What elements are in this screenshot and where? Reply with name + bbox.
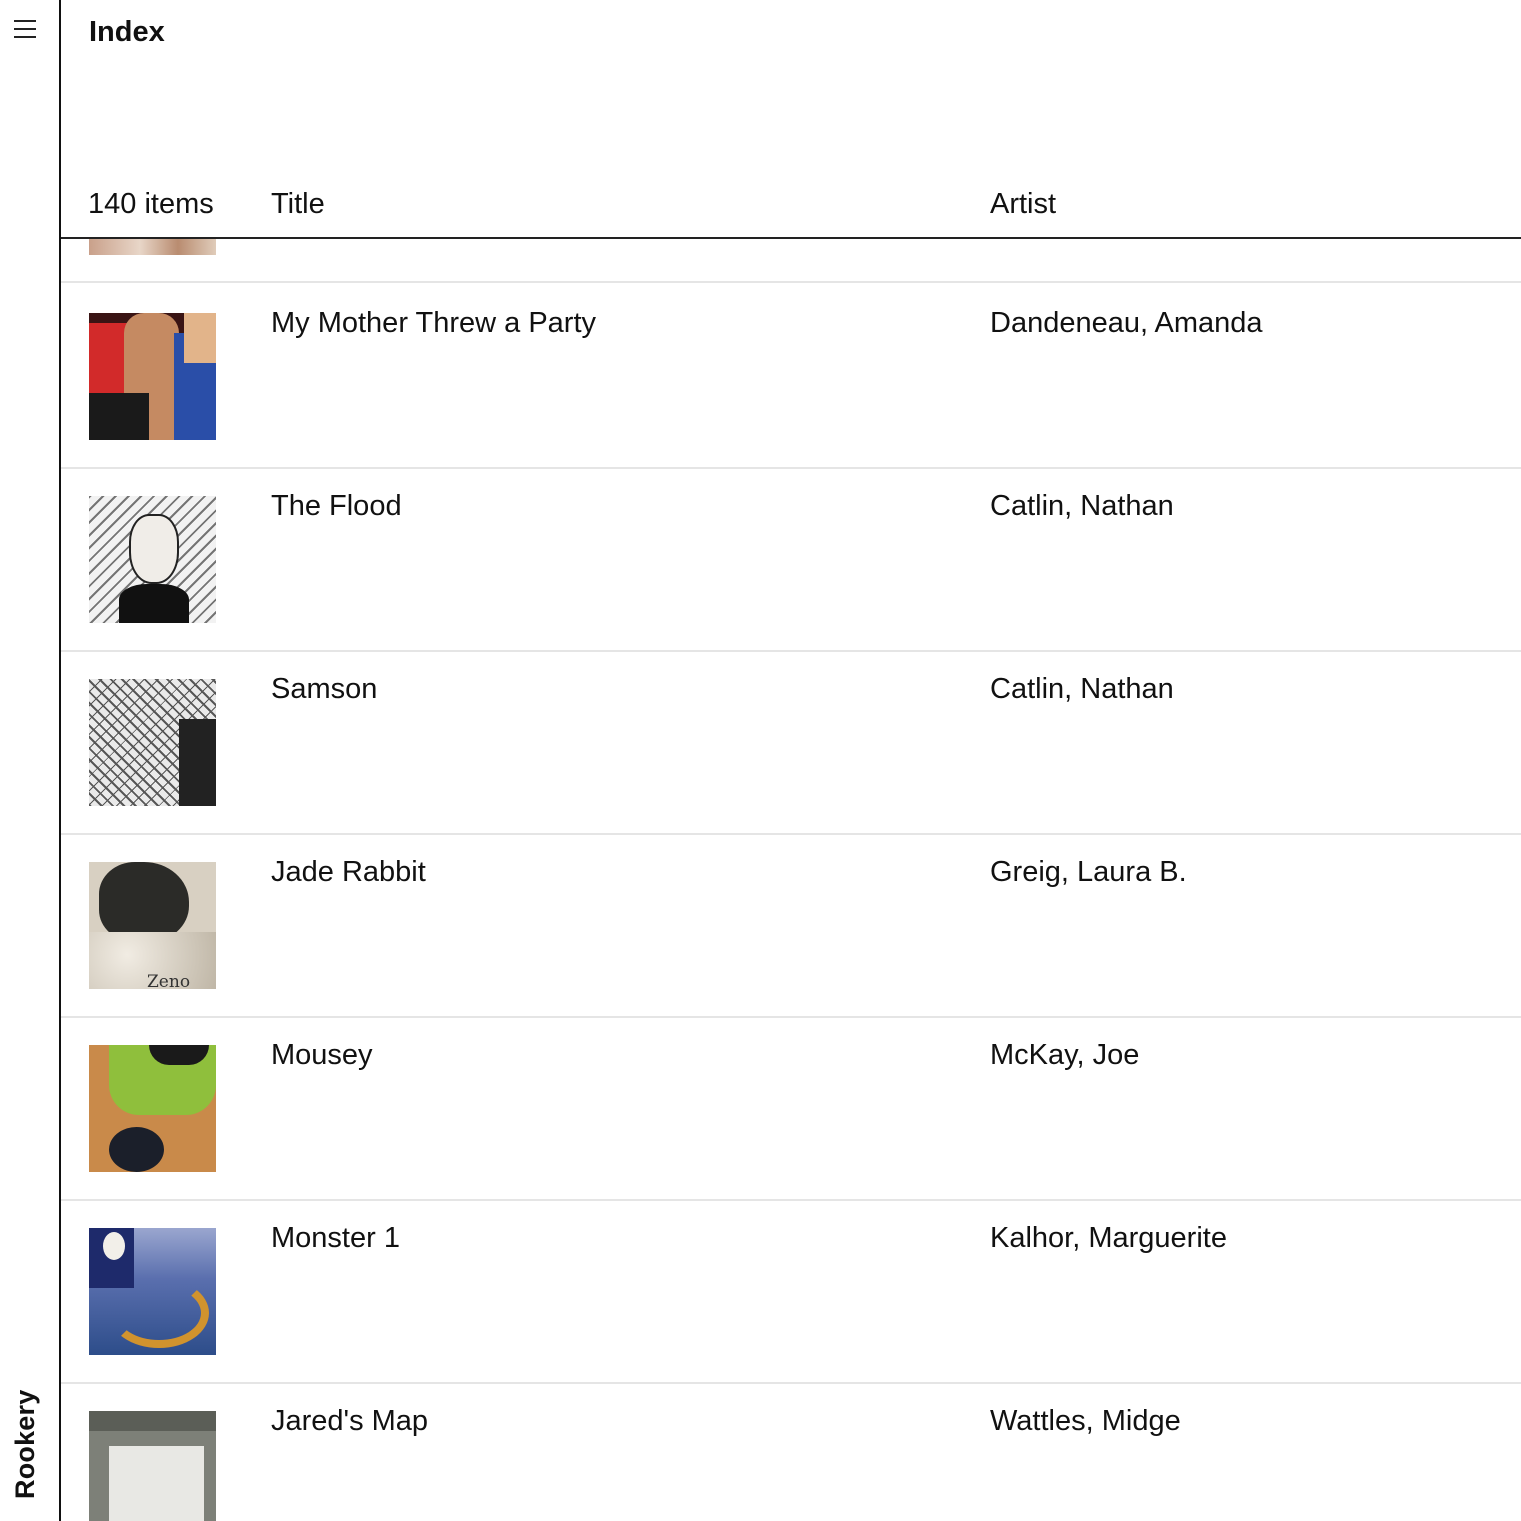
row-artist[interactable]: Catlin, Nathan [990, 490, 1174, 523]
artwork-thumbnail[interactable] [89, 496, 216, 623]
artwork-thumbnail[interactable]: Zeno [89, 862, 216, 989]
row-artist[interactable]: Greig, Laura B. [990, 856, 1187, 889]
row-artist[interactable]: McKay, Joe [990, 1039, 1139, 1072]
table-row[interactable]: Monster 1 Kalhor, Marguerite [61, 1200, 1521, 1384]
artwork-thumbnail[interactable] [89, 1228, 216, 1355]
table-row[interactable]: Jared's Map Wattles, Midge [61, 1383, 1521, 1521]
artwork-thumbnail[interactable] [89, 1045, 216, 1172]
row-title[interactable]: Samson [271, 673, 377, 706]
row-artist[interactable]: Wattles, Midge [990, 1405, 1181, 1438]
table-row[interactable]: Mousey McKay, Joe [61, 1017, 1521, 1201]
side-rail: Rookery [0, 0, 61, 1521]
item-count: 140 items [88, 188, 214, 220]
column-header-artist[interactable]: Artist [990, 188, 1056, 221]
row-title[interactable]: Jade Rabbit [271, 856, 426, 889]
artwork-thumbnail[interactable] [89, 1411, 216, 1521]
hamburger-menu-icon[interactable] [14, 20, 40, 44]
table-row[interactable]: My Mother Threw a Party Dandeneau, Amand… [61, 285, 1521, 469]
brand-name: Rookery [10, 1389, 40, 1499]
index-list[interactable]: My Mother Threw a Party Dandeneau, Amand… [61, 239, 1521, 1521]
row-title[interactable]: My Mother Threw a Party [271, 307, 596, 340]
table-row[interactable]: Samson Catlin, Nathan [61, 651, 1521, 835]
artwork-thumbnail[interactable] [89, 313, 216, 440]
thumbnail-caption: Zeno [147, 972, 191, 989]
artwork-thumbnail[interactable] [89, 239, 216, 255]
row-title[interactable]: Jared's Map [271, 1405, 428, 1438]
table-row[interactable]: The Flood Catlin, Nathan [61, 468, 1521, 652]
row-artist[interactable]: Kalhor, Marguerite [990, 1222, 1227, 1255]
table-row[interactable] [61, 239, 1521, 283]
page-title: Index [89, 16, 165, 48]
table-row[interactable]: Zeno Jade Rabbit Greig, Laura B. [61, 834, 1521, 1018]
row-artist[interactable]: Catlin, Nathan [990, 673, 1174, 706]
row-title[interactable]: Monster 1 [271, 1222, 400, 1255]
column-header-title[interactable]: Title [271, 188, 325, 221]
artwork-thumbnail[interactable] [89, 679, 216, 806]
row-title[interactable]: Mousey [271, 1039, 373, 1072]
row-title[interactable]: The Flood [271, 490, 402, 523]
row-artist[interactable]: Dandeneau, Amanda [990, 307, 1263, 340]
